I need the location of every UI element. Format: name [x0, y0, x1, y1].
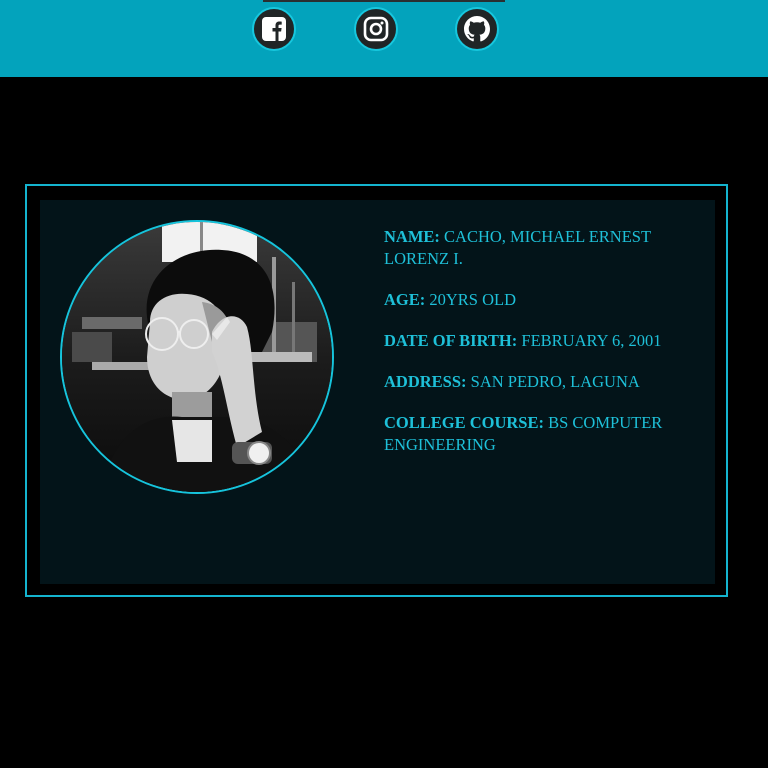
age-row: AGE: 20YRS OLD [384, 289, 684, 311]
profile-details: NAME: CACHO, MICHAEL ERNEST LORENZ I. AG… [384, 226, 684, 475]
facebook-link[interactable] [252, 7, 296, 51]
name-row: NAME: CACHO, MICHAEL ERNEST LORENZ I. [384, 226, 684, 270]
course-label: COLLEGE COURSE: [384, 413, 544, 432]
profile-photo [60, 220, 334, 494]
age-label: AGE: [384, 290, 426, 309]
course-row: COLLEGE COURSE: BS COMPUTER ENGINEERING [384, 412, 684, 456]
header-bar [0, 0, 768, 77]
facebook-icon [261, 16, 287, 42]
name-label: NAME: [384, 227, 440, 246]
header-divider [263, 0, 505, 2]
address-value: SAN PEDRO, LAGUNA [470, 372, 640, 391]
github-link[interactable] [455, 7, 499, 51]
dob-label: DATE OF BIRTH: [384, 331, 518, 350]
instagram-link[interactable] [354, 7, 398, 51]
address-label: ADDRESS: [384, 372, 467, 391]
address-row: ADDRESS: SAN PEDRO, LAGUNA [384, 371, 684, 393]
instagram-icon [363, 16, 389, 42]
dob-row: DATE OF BIRTH: FEBRUARY 6, 2001 [384, 330, 684, 352]
profile-photo-image [62, 222, 332, 492]
github-icon [464, 16, 490, 42]
dob-value: FEBRUARY 6, 2001 [521, 331, 662, 350]
age-value: 20YRS OLD [429, 290, 517, 309]
